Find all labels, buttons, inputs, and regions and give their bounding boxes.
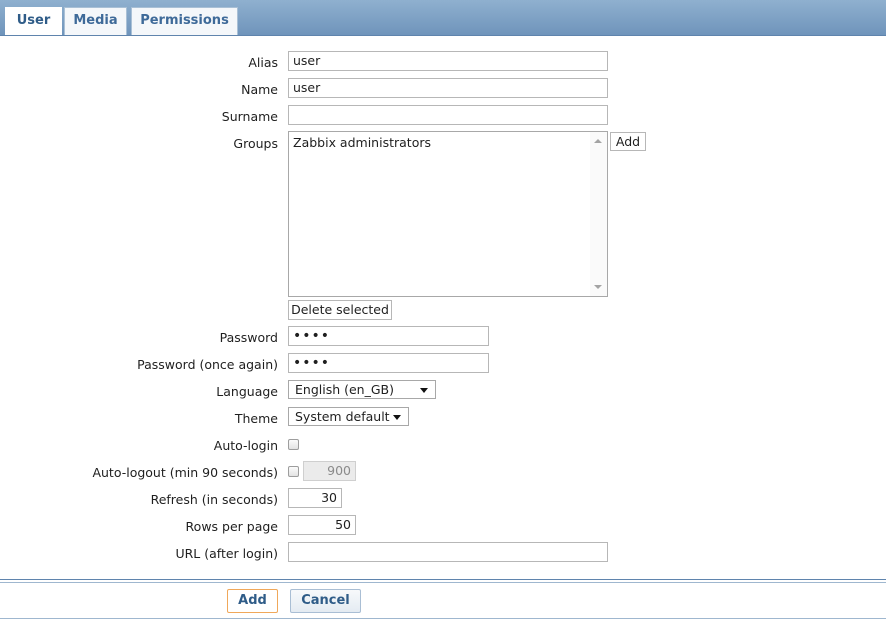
autologout-seconds-input[interactable]: 900 (303, 461, 356, 481)
surname-input[interactable] (288, 105, 608, 125)
password-input[interactable]: •••• (288, 326, 489, 346)
theme-label: Theme (234, 411, 278, 426)
scroll-down-arrow-icon[interactable] (594, 285, 602, 289)
autologout-checkbox[interactable] (288, 466, 299, 477)
footer-divider (0, 582, 886, 583)
alias-label: Alias (248, 55, 278, 70)
name-input[interactable]: user (288, 78, 608, 98)
refresh-input[interactable]: 30 (288, 488, 342, 508)
delete-selected-button[interactable]: Delete selected (288, 300, 392, 320)
language-value: English (en_GB) (295, 382, 394, 397)
tab-permissions[interactable]: Permissions (131, 7, 238, 35)
password-label: Password (219, 330, 278, 345)
name-label: Name (241, 82, 278, 97)
tab-bar: User Media Permissions (0, 0, 886, 36)
autologin-label: Auto-login (213, 438, 278, 453)
language-select[interactable]: English (en_GB) (288, 380, 436, 399)
cancel-button[interactable]: Cancel (290, 589, 361, 613)
theme-value: System default (295, 409, 390, 424)
tab-user[interactable]: User (5, 7, 62, 35)
language-label: Language (216, 384, 278, 399)
password-again-label: Password (once again) (137, 357, 278, 372)
add-button[interactable]: Add (227, 589, 278, 613)
chevron-down-icon (420, 388, 428, 393)
theme-select[interactable]: System default (288, 407, 409, 426)
alias-input[interactable]: user (288, 51, 608, 71)
url-input[interactable] (288, 542, 608, 562)
chevron-down-icon (393, 415, 401, 420)
scroll-up-arrow-icon[interactable] (594, 139, 602, 143)
group-option[interactable]: Zabbix administrators (293, 135, 431, 150)
surname-label: Surname (221, 109, 278, 124)
groups-listbox[interactable]: Zabbix administrators (288, 131, 608, 297)
footer-divider (0, 579, 886, 580)
password-again-input[interactable]: •••• (288, 353, 489, 373)
rows-per-page-label: Rows per page (185, 519, 278, 534)
footer-divider (0, 618, 886, 619)
autologin-checkbox[interactable] (288, 439, 299, 450)
add-group-button[interactable]: Add (610, 132, 646, 151)
url-label: URL (after login) (175, 546, 278, 561)
groups-label: Groups (233, 136, 278, 151)
tab-media[interactable]: Media (64, 7, 127, 35)
autologout-label: Auto-logout (min 90 seconds) (92, 465, 278, 480)
rows-per-page-input[interactable]: 50 (288, 515, 356, 535)
groups-scrollbar[interactable] (590, 132, 607, 296)
refresh-label: Refresh (in seconds) (150, 492, 278, 507)
